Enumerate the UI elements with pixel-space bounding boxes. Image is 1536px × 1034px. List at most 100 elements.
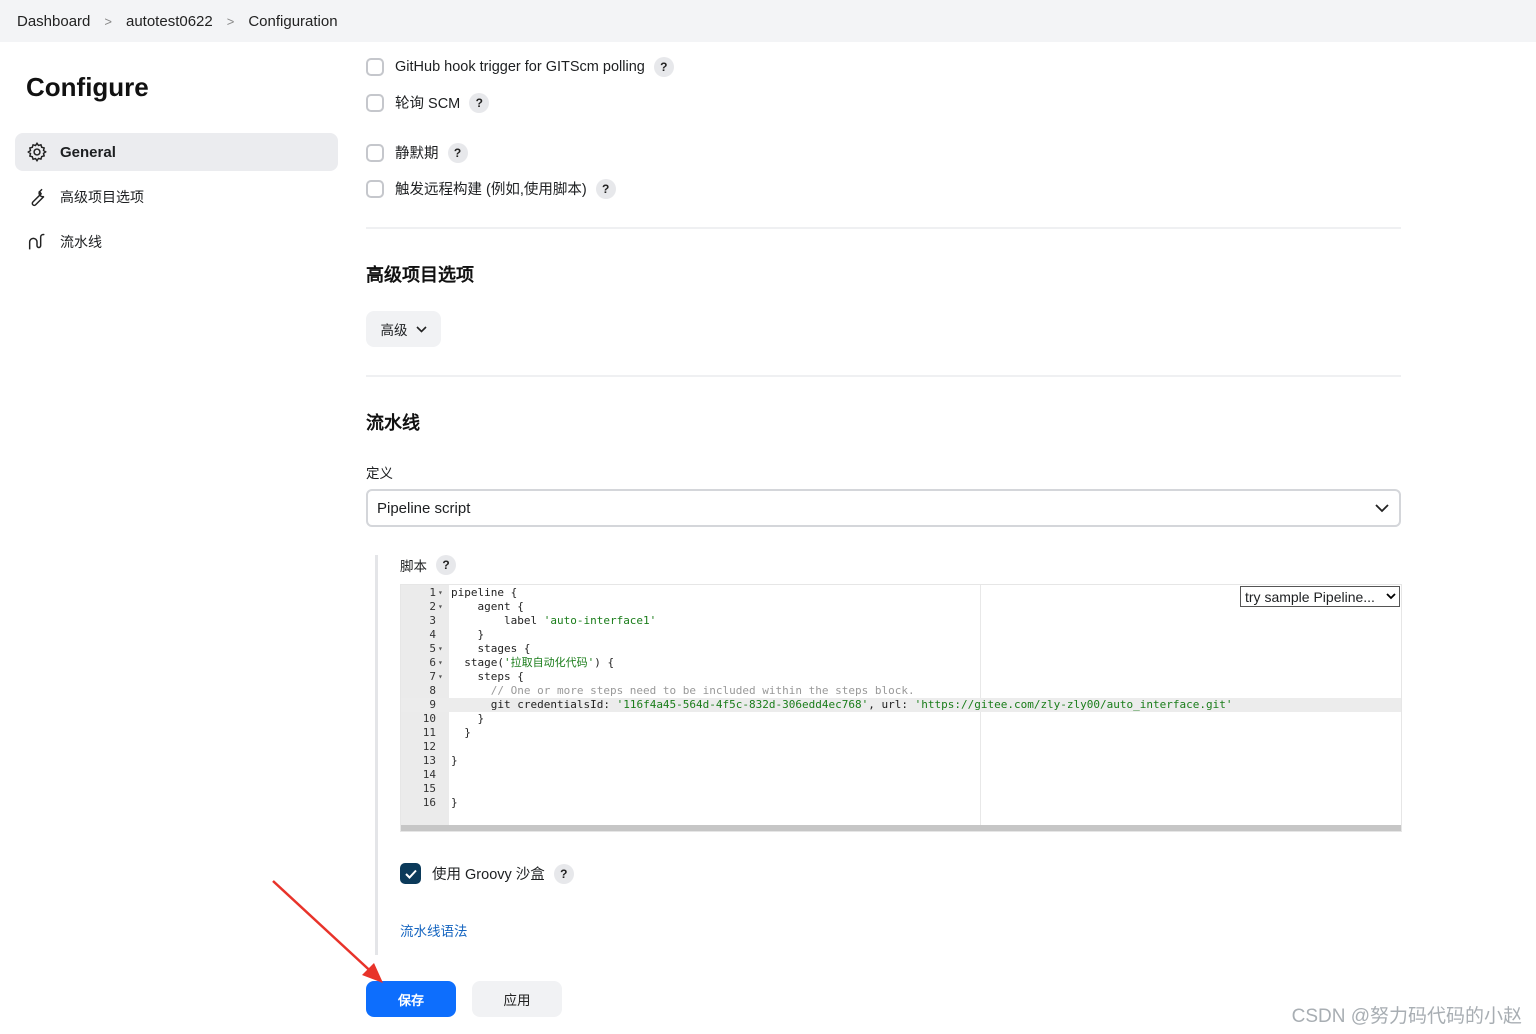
code-line[interactable]: 4 } bbox=[401, 628, 1401, 642]
code-line[interactable]: 11 } bbox=[401, 726, 1401, 740]
groovy-sandbox-option[interactable]: 使用 Groovy 沙盒 ? bbox=[400, 863, 574, 884]
code-line[interactable]: 7 ▾ steps { bbox=[401, 670, 1401, 684]
code-text: stage('拉取自动化代码') { bbox=[451, 656, 615, 669]
sample-pipeline-select[interactable]: try sample Pipeline... bbox=[1240, 586, 1400, 607]
chevron-down-icon bbox=[415, 325, 427, 333]
breadcrumb-job[interactable]: autotest0622 bbox=[126, 13, 213, 30]
trigger-label: 静默期 bbox=[395, 146, 439, 162]
trigger-github-hook[interactable]: GitHub hook trigger for GITScm polling ? bbox=[366, 57, 674, 77]
code-line[interactable]: 12 bbox=[401, 740, 1401, 754]
checkbox[interactable] bbox=[366, 58, 384, 76]
sidebar-item-pipeline[interactable]: 流水线 bbox=[15, 223, 338, 261]
code-text: label 'auto-interface1' bbox=[451, 614, 657, 627]
section-divider bbox=[366, 375, 1401, 377]
advanced-button-label: 高级 bbox=[380, 323, 408, 338]
help-icon[interactable]: ? bbox=[595, 178, 616, 199]
page-title: Configure bbox=[26, 72, 149, 102]
sidebar-item-advanced[interactable]: 高级项目选项 bbox=[15, 178, 338, 216]
code-lines[interactable]: 1 ▾ pipeline {2 ▾ agent {3 label 'auto-inte… bbox=[401, 586, 1401, 810]
sidebar-item-general[interactable]: General bbox=[15, 133, 338, 171]
trigger-remote-build[interactable]: 触发远程构建 (例如,使用脚本) ? bbox=[366, 178, 616, 199]
fold-arrow-icon[interactable]: ▾ bbox=[438, 600, 446, 614]
script-editor[interactable]: 1 ▾ pipeline {2 ▾ agent {3 label 'auto-inte… bbox=[400, 584, 1402, 832]
line-number: 15 bbox=[422, 782, 436, 795]
help-icon[interactable]: ? bbox=[447, 142, 468, 163]
code-line[interactable]: 6 ▾ stage('拉取自动化代码') { bbox=[401, 656, 1401, 670]
code-text: pipeline { bbox=[451, 586, 518, 599]
code-text: steps { bbox=[451, 670, 524, 683]
code-line[interactable]: 14 bbox=[401, 768, 1401, 782]
code-text: git credentialsId: '116f4a45-564d-4f5c-8… bbox=[451, 698, 1233, 711]
trigger-label: 触发远程构建 (例如,使用脚本) bbox=[395, 182, 587, 198]
fold-arrow-icon[interactable]: ▾ bbox=[438, 642, 446, 656]
line-number: 11 bbox=[422, 726, 436, 739]
checkbox-checked[interactable] bbox=[400, 863, 421, 884]
line-number: 14 bbox=[422, 768, 436, 781]
code-line[interactable]: 5 ▾ stages { bbox=[401, 642, 1401, 656]
line-number: 12 bbox=[422, 740, 436, 753]
code-line[interactable]: 8 // One or more steps need to be includ… bbox=[401, 684, 1401, 698]
code-line[interactable]: 13} bbox=[401, 754, 1401, 768]
line-number: 1 bbox=[429, 586, 436, 599]
watermark: CSDN @努力码代码的小赵 bbox=[1291, 1006, 1522, 1027]
chevron-right-icon: > bbox=[226, 13, 235, 29]
code-text: // One or more steps need to be included… bbox=[451, 684, 915, 697]
code-line[interactable]: 10 } bbox=[401, 712, 1401, 726]
checkbox[interactable] bbox=[366, 143, 384, 162]
definition-select[interactable]: Pipeline script bbox=[366, 489, 1401, 527]
trigger-quiet-period[interactable]: 静默期 ? bbox=[366, 142, 468, 163]
red-arrow-annotation bbox=[272, 880, 383, 983]
line-number: 9 bbox=[429, 698, 436, 711]
code-line[interactable]: 3 label 'auto-interface1' bbox=[401, 614, 1401, 628]
trigger-poll-scm[interactable]: 轮询 SCM ? bbox=[366, 92, 490, 113]
code-text: agent { bbox=[451, 600, 524, 613]
fold-arrow-icon[interactable]: ▾ bbox=[438, 670, 446, 684]
line-number: 8 bbox=[429, 684, 436, 697]
help-icon[interactable]: ? bbox=[469, 92, 490, 113]
code-line[interactable]: 15 bbox=[401, 782, 1401, 796]
sidebar: Configure General 高级项目选项 流水线 bbox=[15, 55, 338, 268]
code-text: } bbox=[451, 712, 485, 725]
check-icon bbox=[404, 869, 417, 879]
script-label-row: 脚本 ? bbox=[400, 555, 456, 575]
apply-button[interactable]: 应用 bbox=[472, 981, 562, 1017]
pipeline-section-title: 流水线 bbox=[366, 413, 420, 433]
code-text: } bbox=[451, 796, 458, 809]
code-text: } bbox=[451, 726, 471, 739]
gear-icon bbox=[26, 141, 48, 163]
sidebar-item-label: General bbox=[60, 143, 116, 161]
sidebar-item-label: 流水线 bbox=[60, 234, 102, 250]
editor-horizontal-scrollbar[interactable] bbox=[401, 825, 1401, 831]
checkbox[interactable] bbox=[366, 179, 384, 198]
checkbox[interactable] bbox=[366, 93, 384, 112]
code-line[interactable]: 16} bbox=[401, 796, 1401, 810]
chevron-down-icon bbox=[1375, 503, 1389, 513]
code-text: stages { bbox=[451, 642, 531, 655]
line-number: 10 bbox=[422, 712, 436, 725]
code-line[interactable]: 9 git credentialsId: '116f4a45-564d-4f5c… bbox=[401, 698, 1401, 712]
line-number: 2 bbox=[429, 600, 436, 613]
trigger-label: 轮询 SCM bbox=[395, 96, 461, 112]
line-number: 6 bbox=[429, 656, 436, 669]
line-number: 7 bbox=[429, 670, 436, 683]
breadcrumb-configuration[interactable]: Configuration bbox=[248, 13, 337, 30]
help-icon[interactable]: ? bbox=[653, 57, 674, 77]
advanced-button[interactable]: 高级 bbox=[366, 311, 441, 347]
script-block: 脚本 ? 1 ▾ pipeline {2 ▾ agent {3 label 'auto… bbox=[375, 555, 1404, 955]
code-text: } bbox=[451, 754, 458, 767]
line-number: 5 bbox=[429, 642, 436, 655]
line-number: 4 bbox=[429, 628, 436, 641]
help-icon[interactable]: ? bbox=[553, 863, 574, 884]
advanced-section-title: 高级项目选项 bbox=[366, 265, 474, 285]
pipeline-icon bbox=[26, 231, 48, 253]
definition-value: Pipeline script bbox=[377, 499, 471, 517]
pipeline-syntax-link[interactable]: 流水线语法 bbox=[400, 920, 468, 940]
sample-pipeline-value: try sample Pipeline... bbox=[1245, 588, 1375, 605]
code-text: } bbox=[451, 628, 485, 641]
definition-label: 定义 bbox=[366, 466, 393, 481]
breadcrumb-dashboard[interactable]: Dashboard bbox=[17, 13, 90, 30]
fold-arrow-icon[interactable]: ▾ bbox=[438, 586, 446, 600]
fold-arrow-icon[interactable]: ▾ bbox=[438, 656, 446, 670]
help-icon[interactable]: ? bbox=[436, 555, 456, 575]
main-content: GitHub hook trigger for GITScm polling ?… bbox=[366, 0, 1404, 1034]
